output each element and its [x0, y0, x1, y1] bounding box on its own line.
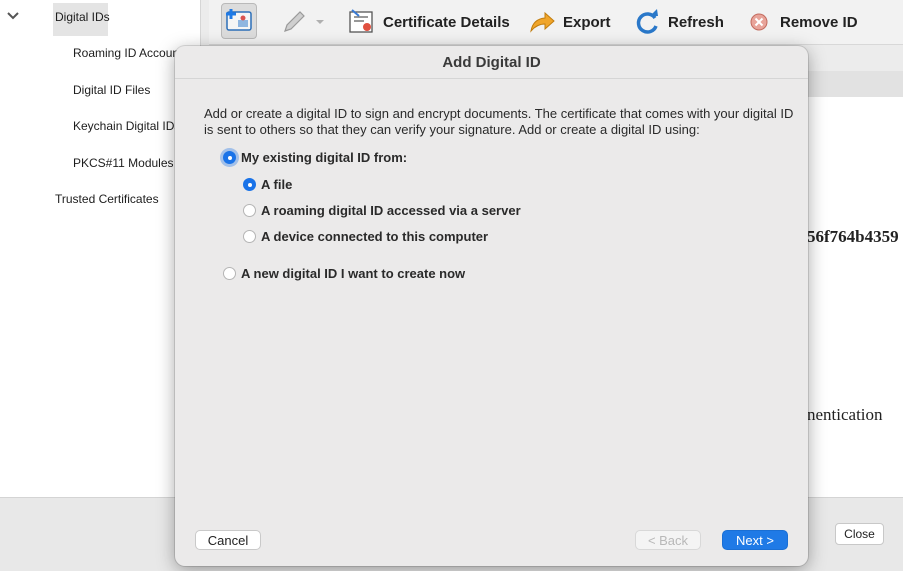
certificate-details-label: Certificate Details [383, 13, 510, 31]
tree-item-digital-id-files[interactable]: Digital ID Files [73, 82, 177, 98]
pencil-icon [284, 11, 305, 32]
refresh-label: Refresh [668, 13, 724, 31]
export-arrow-icon [530, 11, 555, 33]
roaming-id-radio[interactable] [243, 204, 256, 217]
roaming-id-label[interactable]: A roaming digital ID accessed via a serv… [261, 203, 521, 218]
dropdown-arrow-icon [316, 20, 324, 24]
remove-id-label: Remove ID [780, 13, 858, 31]
new-id-label[interactable]: A new digital ID I want to create now [241, 266, 465, 281]
certificate-icon [349, 9, 373, 33]
file-label[interactable]: A file [261, 177, 292, 192]
cancel-button[interactable]: Cancel [195, 530, 261, 550]
toolbar: Certificate Details Export Refresh Remov… [209, 0, 903, 45]
tree-item-pkcs11-modules[interactable]: PKCS#11 Modules and Tokens [73, 155, 177, 171]
back-button[interactable]: < Back [635, 530, 701, 550]
dialog-title: Add Digital ID [442, 54, 541, 71]
close-button[interactable]: Close [835, 523, 884, 545]
edit-button[interactable] [279, 6, 325, 38]
dialog-description: Add or create a digital ID to sign and e… [204, 106, 794, 137]
device-radio[interactable] [243, 230, 256, 243]
export-label: Export [563, 13, 611, 31]
certificate-usage-text: nentication [807, 405, 883, 424]
new-id-radio[interactable] [223, 267, 236, 280]
remove-id-button[interactable]: Remove ID [744, 6, 858, 38]
existing-id-radio[interactable] [223, 151, 236, 164]
tree-item-digital-ids[interactable]: Digital IDs [55, 9, 175, 25]
export-button[interactable]: Export [527, 6, 611, 38]
existing-id-label[interactable]: My existing digital ID from: [241, 150, 407, 165]
refresh-button[interactable]: Refresh [632, 6, 724, 38]
tree-item-keychain-digital-ids[interactable]: Keychain Digital IDs [73, 118, 177, 134]
next-button[interactable]: Next > [722, 530, 788, 550]
settings-tree: Digital IDs Roaming ID Accounts Digital … [0, 0, 201, 497]
certificate-details-button[interactable]: Certificate Details [347, 6, 510, 38]
title-divider [175, 78, 808, 79]
add-digital-id-dialog: Add Digital ID Add or create a digital I… [175, 46, 808, 566]
tree-item-trusted-certificates[interactable]: Trusted Certificates [55, 191, 195, 207]
tree-item-roaming-id-accounts[interactable]: Roaming ID Accounts [73, 45, 177, 61]
chevron-down-icon[interactable] [6, 9, 20, 23]
device-label[interactable]: A device connected to this computer [261, 229, 488, 244]
refresh-icon [636, 9, 658, 34]
certificate-hash-text: 56f764b4359 [807, 227, 899, 246]
add-digital-id-button[interactable] [221, 3, 257, 39]
file-radio[interactable] [243, 178, 256, 191]
remove-icon [750, 13, 768, 31]
add-digital-id-icon [226, 9, 252, 31]
